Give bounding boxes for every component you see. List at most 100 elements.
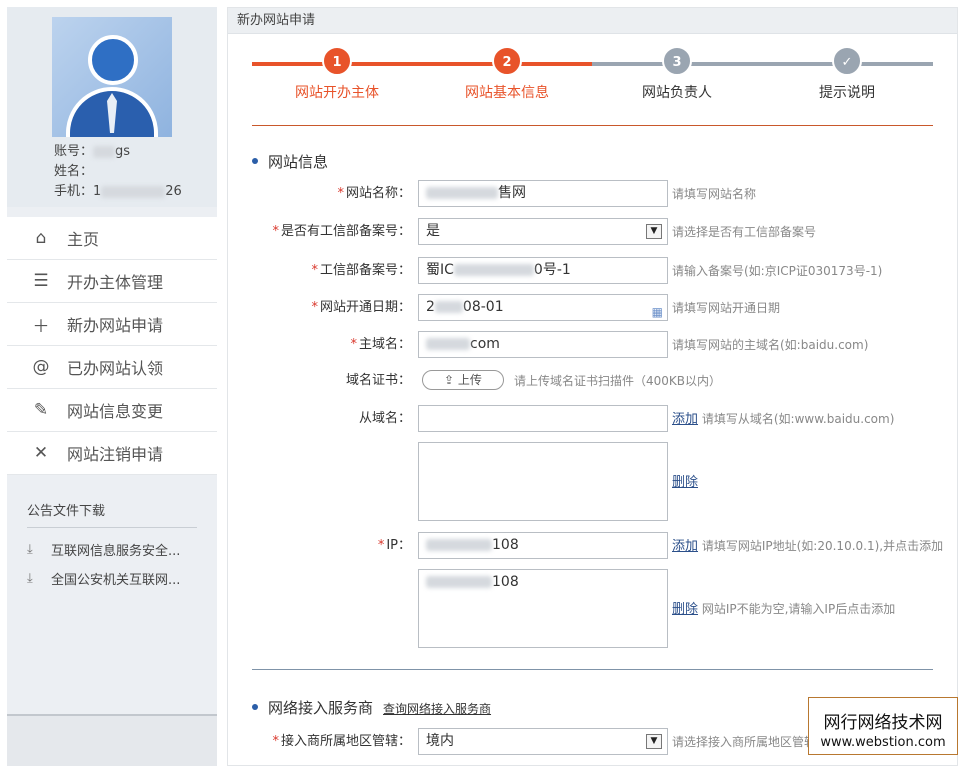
sidebar: 账号： gs 姓名： 手机：1 26 ⌂ 主页 ☰ 开办主体管理 ＋ 新办网站申请 @ 已办…: [7, 7, 217, 766]
step-label: 网站负责人: [642, 85, 712, 101]
domain-cert-label: 域名证书：: [345, 373, 411, 388]
icp-number-hint: 请输入备案号(如:京ICP证030173号-1): [672, 264, 883, 278]
phone-value: 26: [165, 184, 182, 199]
notice-title: 公告文件下载: [27, 500, 197, 528]
open-date-label: * 网站开通日期：: [311, 300, 411, 315]
sidebar-item-claim-site[interactable]: @ 已办网站认领: [7, 346, 217, 389]
list-icon: ☰: [33, 271, 49, 291]
name-label: 姓名：: [54, 164, 94, 179]
site-name-input[interactable]: 售网: [418, 180, 668, 207]
step-1: 1 网站开办主体: [252, 46, 422, 102]
main-domain-input[interactable]: com: [418, 331, 668, 358]
main-domain-label: * 主域名：: [350, 337, 411, 352]
isp-region-select[interactable]: 境内 ▼: [418, 728, 668, 755]
user-profile: 账号： gs 姓名： 手机：1 26: [7, 7, 217, 207]
calendar-icon[interactable]: ▦: [652, 300, 663, 325]
icp-number-label: * 工信部备案号：: [311, 263, 411, 278]
notice-doc-label: 全国公安机关互联网...: [51, 573, 181, 588]
ip-label: * IP：: [377, 538, 411, 553]
divider: [252, 125, 933, 126]
chevron-down-icon: ▼: [646, 734, 662, 749]
upload-button[interactable]: ⇪ 上传: [422, 370, 504, 390]
account-line: 账号： gs: [54, 140, 130, 159]
progress-steps: 1 网站开办主体 2 网站基本信息 3 网站负责人 ✓ 提示说明: [252, 46, 933, 106]
download-icon: ⤓: [27, 571, 33, 586]
open-date-input[interactable]: 2 08-01 ▦: [418, 294, 668, 321]
sub-domain-input[interactable]: [418, 405, 668, 432]
open-date-hint: 请填写网站开通日期: [672, 301, 781, 315]
ip-delete-link[interactable]: 删除: [672, 602, 698, 617]
watermark-line1: 网行网络技术网: [823, 713, 943, 733]
home-icon: ⌂: [35, 228, 47, 248]
section-title-text: 网站信息: [268, 153, 329, 171]
divider: [252, 669, 933, 670]
watermark-line2: www.webstion.com: [820, 735, 946, 750]
sidebar-item-site-cancel[interactable]: ✕ 网站注销申请: [7, 432, 217, 475]
sub-domain-list[interactable]: [418, 442, 668, 521]
phone-line: 手机：1 26: [54, 180, 182, 199]
step-3: 3 网站负责人: [592, 46, 762, 102]
main-panel: 新办网站申请 1 网站开办主体 2 网站基本信息 3 网站负责人 ✓ 提示说明 …: [227, 7, 958, 766]
watermark: 网行网络技术网 www.webstion.com: [808, 697, 958, 755]
name-line: 姓名：: [54, 160, 93, 179]
ip-input[interactable]: 108: [418, 532, 668, 559]
row-domain-cert: 域名证书： ⇪ 上传 请上传域名证书扫描件（400KB以内）: [228, 367, 959, 395]
isp-region-hint: 请选择接入商所属地区管辖: [672, 735, 817, 749]
row-icp-number: * 工信部备案号： 蜀IC 0号-1 请输入备案号(如:京ICP证030173号-1…: [228, 257, 959, 285]
step-4: ✓ 提示说明: [762, 46, 932, 102]
query-isp-link[interactable]: 查询网络接入服务商: [383, 702, 491, 716]
section-title-text: 网络接入服务商: [268, 699, 374, 717]
ip-list[interactable]: 108: [418, 569, 668, 648]
sidebar-item-new-site-application[interactable]: ＋ 新办网站申请: [7, 303, 217, 346]
row-ip: * IP： 108 添加 请填写网站IP地址(如:20.10.0.1),并点击添加: [228, 532, 959, 560]
main-domain-hint: 请填写网站的主域名(如:baidu.com): [672, 338, 869, 352]
sub-domain-delete-link[interactable]: 删除: [672, 475, 698, 490]
has-icp-select[interactable]: 是 ▼: [418, 218, 668, 245]
row-sub-domain: 从域名： 添加 请填写从域名(如:www.baidu.com): [228, 405, 959, 433]
account-label: 账号：: [54, 144, 94, 159]
ip-add-link[interactable]: 添加: [672, 539, 698, 554]
sidebar-item-label: 网站注销申请: [67, 445, 164, 464]
section-title-isp: 网络接入服务商 查询网络接入服务商: [252, 697, 491, 718]
download-icon: ⤓: [27, 542, 33, 557]
sidebar-footer: [7, 714, 217, 766]
chevron-down-icon: ▼: [646, 224, 662, 239]
isp-region-label: * 接入商所属地区管辖：: [272, 734, 411, 749]
close-icon: ✕: [33, 443, 49, 463]
ip-delete-group: 删除 网站IP不能为空,请输入IP后点击添加: [672, 595, 895, 624]
row-site-name: * 网站名称： 售网 请填写网站名称: [228, 180, 959, 208]
sidebar-item-home[interactable]: ⌂ 主页: [7, 217, 217, 260]
sidebar-item-label: 网站信息变更: [67, 402, 164, 421]
step-label: 网站基本信息: [465, 85, 549, 101]
notice-doc-label: 互联网信息服务安全...: [51, 544, 181, 559]
row-main-domain: * 主域名： com 请填写网站的主域名(如:baidu.com): [228, 331, 959, 359]
sub-domain-hint: 请填写从域名(如:www.baidu.com): [701, 412, 895, 426]
section-title-site-info: 网站信息: [252, 151, 328, 172]
sidebar-item-label: 已办网站认领: [67, 359, 164, 378]
notice-downloads: 公告文件下载 ⤓ 互联网信息服务安全... ⤓ 全国公安机关互联网...: [27, 500, 197, 588]
sidebar-item-site-info-change[interactable]: ✎ 网站信息变更: [7, 389, 217, 432]
sub-domain-delete-group: 删除: [672, 468, 698, 497]
phone-label: 手机：1: [54, 184, 102, 199]
domain-cert-hint: 请上传域名证书扫描件（400KB以内）: [514, 374, 722, 388]
notice-doc-link[interactable]: ⤓ 全国公安机关互联网...: [27, 569, 197, 588]
row-open-date: * 网站开通日期： 2 08-01 ▦ 请填写网站开通日期: [228, 294, 959, 322]
notice-doc-link[interactable]: ⤓ 互联网信息服务安全...: [27, 540, 197, 559]
sidebar-item-entity-management[interactable]: ☰ 开办主体管理: [7, 260, 217, 303]
avatar: [52, 17, 172, 137]
icp-number-input[interactable]: 蜀IC 0号-1: [418, 257, 668, 284]
sub-domain-add-link[interactable]: 添加: [672, 412, 698, 427]
has-icp-label: * 是否有工信部备案号：: [272, 224, 411, 239]
sidebar-item-label: 主页: [67, 230, 100, 249]
panel-title: 新办网站申请: [228, 8, 957, 34]
step-circle: 1: [322, 46, 352, 76]
sidebar-nav: ⌂ 主页 ☰ 开办主体管理 ＋ 新办网站申请 @ 已办网站认领 ✎ 网站信息变更 ✕ 网站注…: [7, 217, 217, 475]
sub-domain-label: 从域名：: [358, 411, 411, 426]
step-label: 网站开办主体: [295, 85, 379, 101]
ip-delete-hint: 网站IP不能为空,请输入IP后点击添加: [701, 602, 896, 616]
has-icp-hint: 请选择是否有工信部备案号: [672, 225, 817, 239]
step-circle: 2: [492, 46, 522, 76]
ip-add-group: 添加 请填写网站IP地址(如:20.10.0.1),并点击添加: [672, 532, 943, 561]
sidebar-item-label: 新办网站申请: [67, 316, 164, 335]
step-2: 2 网站基本信息: [422, 46, 592, 102]
